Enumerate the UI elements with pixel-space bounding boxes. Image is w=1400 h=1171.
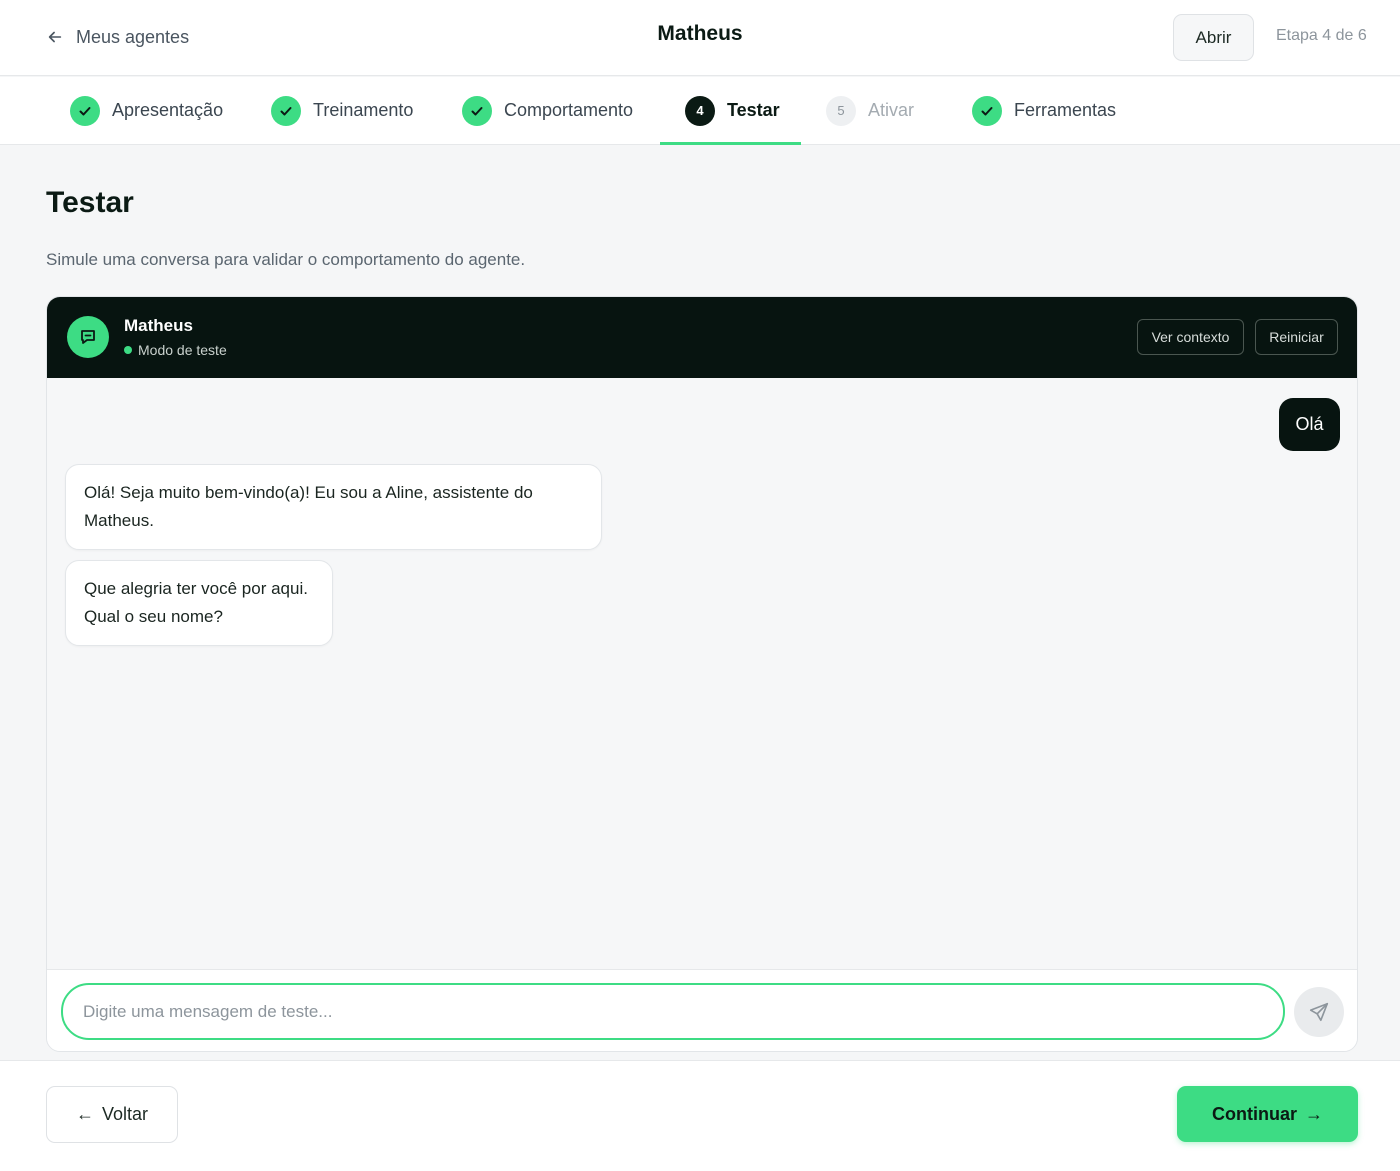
arrow-left-icon: [48, 31, 62, 43]
step-number-badge: 4: [685, 95, 715, 126]
open-button[interactable]: Abrir: [1173, 14, 1254, 61]
back-button[interactable]: ← Voltar: [46, 1086, 178, 1143]
chat-bubble-icon: [67, 316, 109, 358]
step-label: Treinamento: [313, 100, 414, 120]
step-label: Ativar: [868, 100, 915, 120]
page-subtitle: Simule uma conversa para validar o compo…: [46, 250, 526, 269]
step-label: Testar: [727, 100, 780, 120]
chat-status: Modo de teste: [124, 342, 227, 358]
footer: ← Voltar Continuar →: [0, 1060, 1400, 1171]
stepper: Apresentação Treinamento Comportamento 4…: [0, 77, 1400, 145]
step-number-badge: 5: [826, 95, 856, 126]
send-icon: [1309, 1002, 1329, 1022]
continue-button[interactable]: Continuar →: [1177, 1086, 1358, 1142]
step-ferramentas[interactable]: Ferramentas: [972, 77, 1116, 144]
message-input[interactable]: [61, 983, 1285, 1040]
chat-panel: Matheus Modo de teste Ver contexto Reini…: [46, 296, 1358, 1052]
back-to-agents-link[interactable]: Meus agentes: [46, 22, 189, 52]
step-label: Ferramentas: [1014, 100, 1117, 120]
arrow-left-icon: ←: [75, 1104, 94, 1124]
step-treinamento[interactable]: Treinamento: [271, 77, 413, 144]
status-dot: [124, 346, 132, 354]
step-counter: Etapa 4 de 6: [1276, 27, 1367, 44]
check-icon: [70, 95, 100, 126]
chat-status-label: Modo de teste: [138, 342, 227, 358]
user-message: Olá: [1279, 398, 1340, 451]
page-title: Testar: [46, 186, 134, 219]
back-link-label: Meus agentes: [76, 26, 190, 47]
agent-message: Olá! Seja muito bem-vindo(a)! Eu sou a A…: [65, 464, 602, 550]
agent-message: Que alegria ter você por aqui. Qual o se…: [65, 560, 333, 646]
step-ativar[interactable]: 5 Ativar: [826, 77, 914, 144]
message-composer: [47, 969, 1357, 1051]
check-icon: [271, 95, 301, 126]
view-context-button[interactable]: Ver contexto: [1137, 319, 1244, 355]
chat-agent-name: Matheus: [124, 316, 193, 335]
step-testar[interactable]: 4 Testar: [685, 77, 780, 144]
chat-header: Matheus Modo de teste Ver contexto Reini…: [47, 297, 1357, 378]
step-label: Apresentação: [112, 100, 224, 120]
step-label: Comportamento: [504, 100, 634, 120]
check-icon: [972, 95, 1002, 126]
top-bar: Meus agentes Matheus Abrir Etapa 4 de 6: [0, 0, 1400, 76]
restart-button[interactable]: Reiniciar: [1255, 319, 1338, 355]
continue-button-label: Continuar: [1212, 1103, 1297, 1124]
back-button-label: Voltar: [101, 1104, 149, 1124]
check-icon: [462, 95, 492, 126]
step-comportamento[interactable]: Comportamento: [462, 77, 633, 144]
arrow-right-icon: →: [1305, 1103, 1323, 1124]
send-button[interactable]: [1294, 987, 1344, 1037]
step-apresentacao[interactable]: Apresentação: [70, 77, 223, 144]
active-step-indicator: [660, 142, 801, 145]
